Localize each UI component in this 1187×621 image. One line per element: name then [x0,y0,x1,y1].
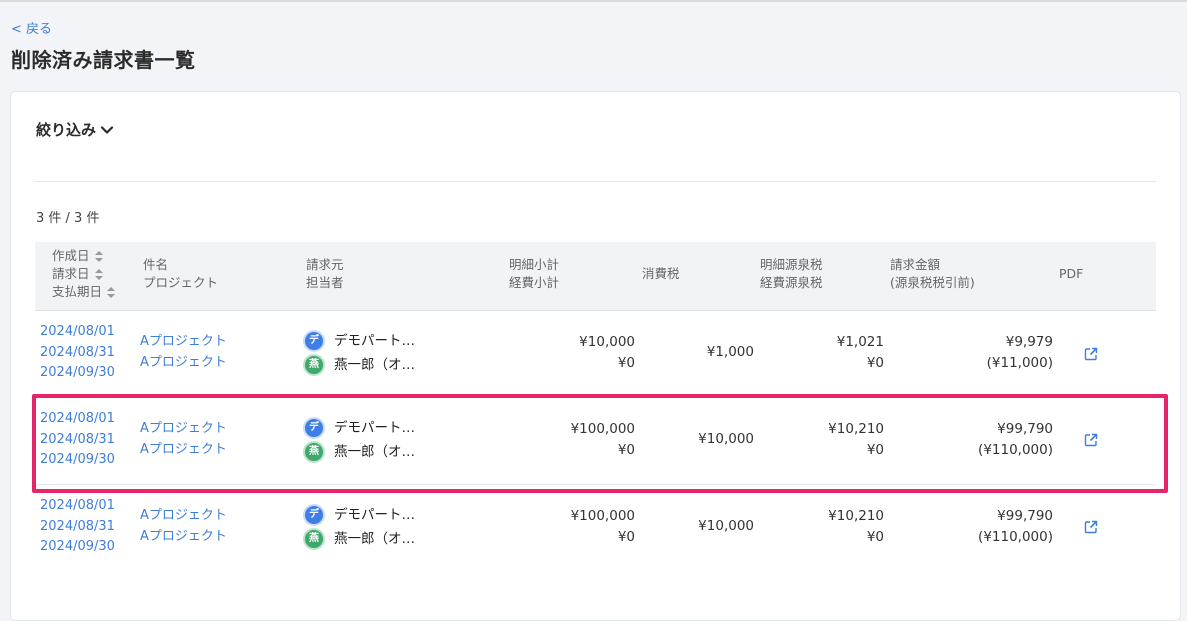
avatar: 燕 [303,441,325,463]
withholding-cell: ¥10,210 ¥0 [828,508,884,545]
amount-cell: ¥99,790 (¥110,000) [978,421,1053,458]
date-cell[interactable]: 2024/08/01 2024/08/31 2024/09/30 [40,409,115,471]
external-link-icon[interactable] [1084,520,1098,534]
sort-icon [107,286,116,298]
divider [35,181,1156,182]
avatar: 燕 [303,354,325,376]
tax-cell: ¥10,000 [698,431,754,447]
header-subtotal: 明細小計 経費小計 [509,257,560,290]
assignee: 燕燕一郎（オ… [303,440,415,464]
avatar: デ [303,330,325,352]
avatar: 燕 [303,528,325,550]
external-link-icon[interactable] [1084,347,1098,361]
issuer-cell: デデモパート… 燕燕一郎（オ… [303,503,415,551]
table-row[interactable]: 2024/08/01 2024/08/31 2024/09/30 Aプロジェクト… [35,399,1156,485]
filter-label: 絞り込み [36,121,97,139]
issuer-cell: デデモパート… 燕燕一郎（オ… [303,329,415,377]
page-title: 削除済み請求書一覧 [11,48,196,72]
header-tax: 消費税 [642,266,680,281]
date-cell[interactable]: 2024/08/01 2024/08/31 2024/09/30 [40,322,115,384]
table-row[interactable]: 2024/08/01 2024/08/31 2024/09/30 Aプロジェクト… [35,312,1156,398]
subject-cell[interactable]: Aプロジェクト Aプロジェクト [140,506,227,547]
filter-toggle[interactable]: 絞り込み [36,119,114,140]
sort-due[interactable]: 支払期日 [52,283,116,301]
withholding-cell: ¥1,021 ¥0 [836,334,884,371]
avatar: デ [303,417,325,439]
issuer-cell: デデモパート… 燕燕一郎（オ… [303,416,415,464]
table-header: 作成日 請求日 支払期日 件名 プロジェクト 請求元 担当者 明細小計 経費小計… [35,242,1156,311]
header-subject: 件名 プロジェクト [143,257,219,290]
sort-billed[interactable]: 請求日 [52,265,115,283]
external-link-icon[interactable] [1084,433,1098,447]
header-dates: 作成日 請求日 支払期日 [52,247,116,301]
tax-cell: ¥1,000 [706,344,754,360]
sort-created[interactable]: 作成日 [52,247,115,265]
top-border [0,0,1187,2]
header-issuer: 請求元 担当者 [306,257,344,290]
date-cell[interactable]: 2024/08/01 2024/08/31 2024/09/30 [40,496,115,558]
amount-cell: ¥9,979 (¥11,000) [986,334,1053,371]
sort-icon [94,250,103,262]
table-row[interactable]: 2024/08/01 2024/08/31 2024/09/30 Aプロジェクト… [35,486,1156,572]
subtotal-cell: ¥100,000 ¥0 [570,421,635,458]
header-pdf: PDF [1059,266,1084,281]
company: デデモパート… [303,416,415,440]
result-count: 3 件 / 3 件 [36,211,100,226]
company: デデモパート… [303,503,415,527]
assignee: 燕燕一郎（オ… [303,353,415,377]
subtotal-cell: ¥10,000 ¥0 [579,334,635,371]
back-link[interactable]: < 戻る [11,18,52,37]
amount-cell: ¥99,790 (¥110,000) [978,508,1053,545]
header-withholding: 明細源泉税 経費源泉税 [760,257,823,290]
tax-cell: ¥10,000 [698,518,754,534]
subject-cell[interactable]: Aプロジェクト Aプロジェクト [140,332,227,373]
assignee: 燕燕一郎（オ… [303,527,415,551]
withholding-cell: ¥10,210 ¥0 [828,421,884,458]
subtotal-cell: ¥100,000 ¥0 [570,508,635,545]
company: デデモパート… [303,329,415,353]
avatar: デ [303,504,325,526]
chevron-down-icon [100,125,114,134]
header-amount: 請求金額 (源泉税税引前) [890,257,975,290]
invoice-list-card: 絞り込み 3 件 / 3 件 作成日 請求日 支払期日 件名 プロジェクト 請求… [10,91,1181,621]
sort-icon [94,268,103,280]
subject-cell[interactable]: Aプロジェクト Aプロジェクト [140,419,227,460]
